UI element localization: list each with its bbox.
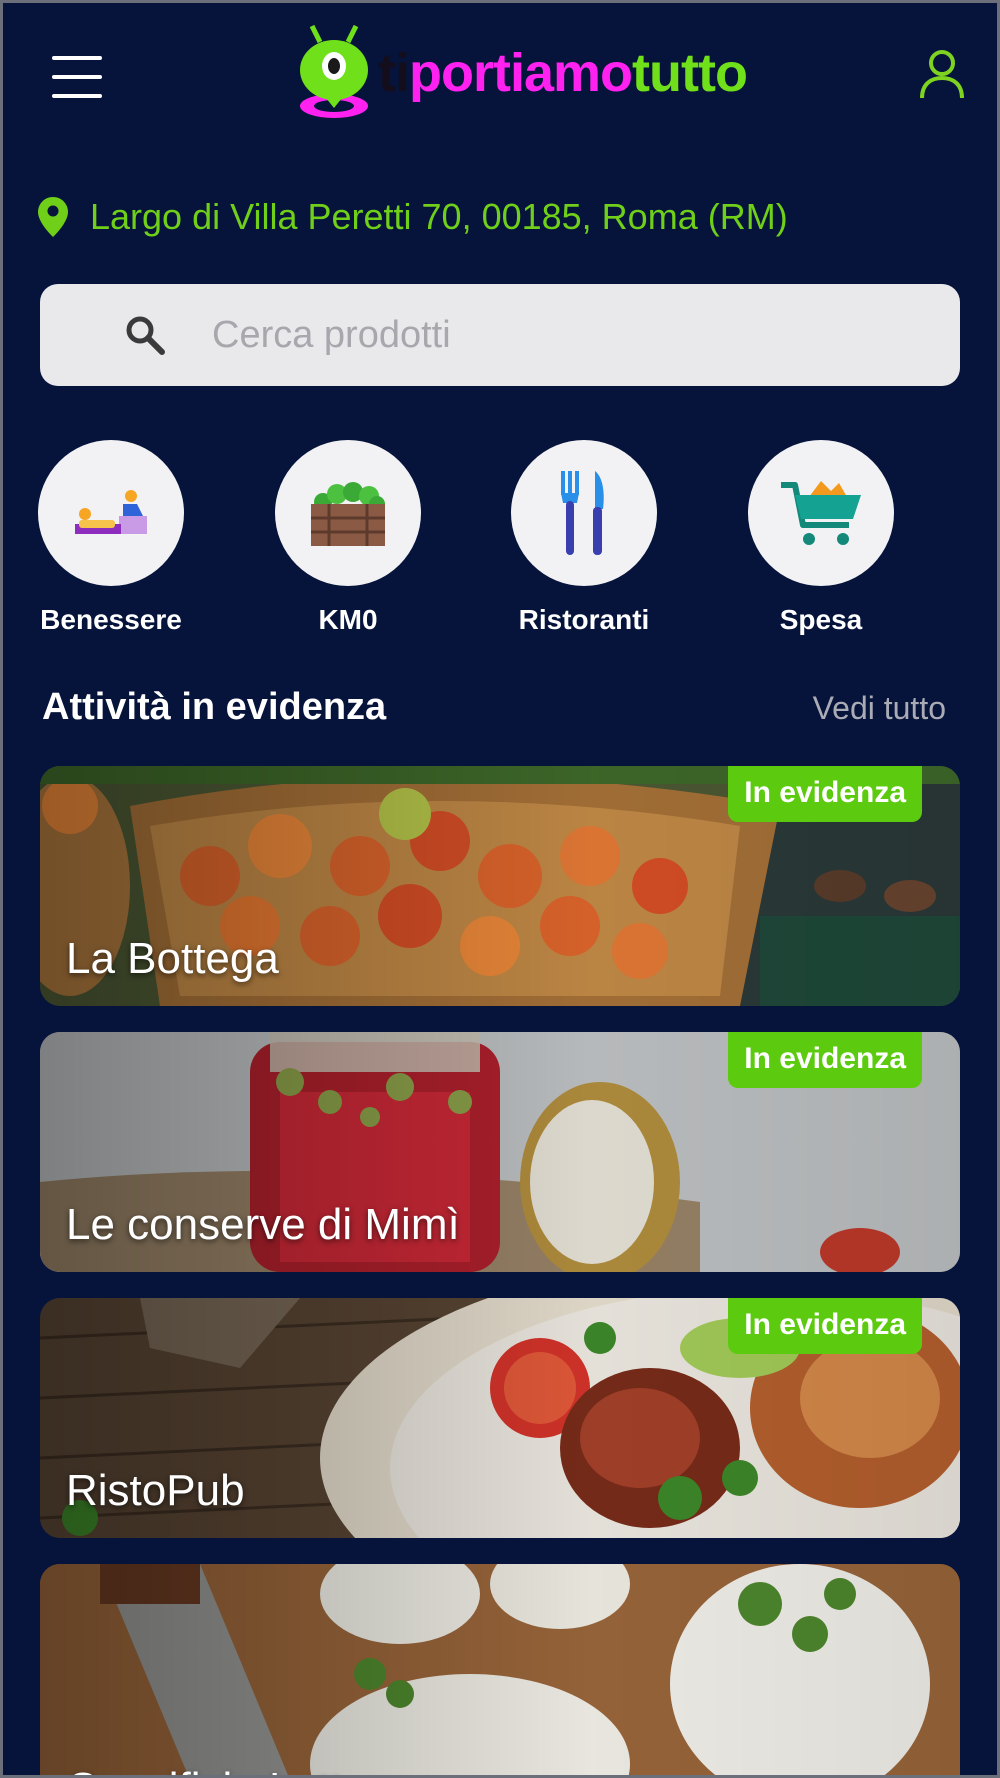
category-icon-circle [748, 440, 894, 586]
featured-card-le-conserve-di-mimi[interactable]: In evidenza Le conserve di Mimì [40, 1032, 960, 1272]
featured-badge: In evidenza [728, 1298, 922, 1354]
search-icon [126, 316, 165, 355]
massage-icon [75, 490, 147, 534]
menu-line [52, 75, 102, 79]
menu-line [52, 94, 102, 98]
fork-knife-icon [561, 471, 604, 555]
category-icon-circle [511, 440, 657, 586]
brand-logo[interactable]: tiportiamotutto [290, 22, 760, 122]
location-address: Largo di Villa Peretti 70, 00185, Roma (… [90, 196, 788, 237]
featured-section-title: Attività in evidenza [42, 686, 387, 728]
business-name: Caseificio Latte [66, 1764, 367, 1778]
category-benessere[interactable]: Benessere [16, 440, 206, 636]
category-label: Spesa [779, 604, 863, 635]
see-all-link[interactable]: Vedi tutto [813, 690, 946, 727]
app-header: tiportiamotutto [0, 0, 1000, 160]
category-list: Benessere KM0 Ristoranti Spesa [0, 440, 1000, 640]
featured-card-la-bottega[interactable]: In evidenza La Bottega [40, 766, 960, 1006]
delivery-location[interactable]: Largo di Villa Peretti 70, 00185, Roma (… [38, 196, 788, 238]
featured-badge: In evidenza [728, 1032, 922, 1088]
location-pin-icon [38, 197, 68, 237]
featured-card-ristopub[interactable]: In evidenza RistoPub [40, 1298, 960, 1538]
logo-part-ti: ti [378, 43, 410, 103]
card-overlay [40, 1564, 960, 1778]
vegetable-crate-icon [311, 482, 385, 546]
logo-part-tutto: tutto [632, 43, 748, 103]
category-km0[interactable]: KM0 [253, 440, 443, 636]
business-name: La Bottega [66, 934, 279, 983]
category-label: Benessere [40, 604, 182, 635]
user-profile-icon[interactable] [918, 48, 966, 100]
business-name: Le conserve di Mimì [66, 1200, 460, 1249]
featured-card-caseificio-latte[interactable]: Caseificio Latte [40, 1564, 960, 1778]
category-spesa[interactable]: Spesa [726, 440, 916, 636]
logo-part-portiamo: portiamo [409, 43, 633, 103]
featured-badge: In evidenza [728, 766, 922, 822]
menu-icon[interactable] [52, 56, 102, 98]
brand-wordmark: tiportiamotutto [378, 42, 748, 104]
category-icon-circle [275, 440, 421, 586]
shopping-cart-icon [781, 481, 861, 545]
category-ristoranti[interactable]: Ristoranti [489, 440, 679, 636]
category-icon-circle [38, 440, 184, 586]
category-label: KM0 [318, 604, 378, 635]
category-label: Ristoranti [518, 604, 650, 635]
menu-line [52, 56, 102, 60]
search-bar[interactable] [40, 284, 960, 386]
search-input[interactable] [212, 313, 892, 357]
alien-mascot-icon [300, 24, 368, 118]
business-name: RistoPub [66, 1466, 245, 1515]
